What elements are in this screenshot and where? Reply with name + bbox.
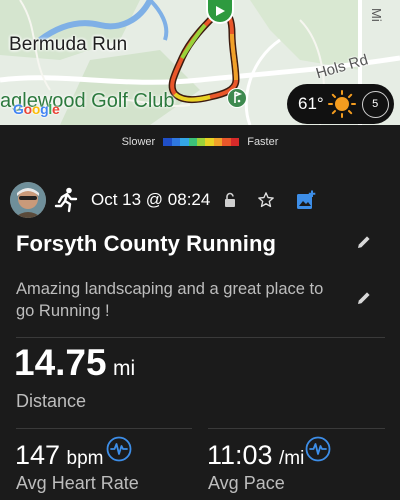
- pace-chart-icon[interactable]: [305, 436, 331, 462]
- activity-date: Oct 13 @ 08:24: [91, 190, 211, 209]
- wind-speed-value: 5: [372, 98, 379, 110]
- legend-swatch: [163, 138, 172, 146]
- heart-rate-chart-icon[interactable]: [106, 436, 132, 462]
- legend-swatch: [222, 138, 231, 146]
- distance-unit: mi: [113, 357, 136, 380]
- pace-legend: Slower Faster: [0, 128, 400, 156]
- legend-swatch: [230, 138, 240, 146]
- pace-value-group: 11:03 /mi: [207, 440, 304, 471]
- activity-header: Oct 13 @ 08:24: [10, 180, 316, 220]
- divider: [208, 428, 385, 429]
- weather-temperature: 61°: [298, 94, 324, 113]
- play-icon: [216, 6, 225, 16]
- legend-swatch: [213, 138, 223, 146]
- lock-icon[interactable]: [223, 192, 237, 208]
- map-town-label: Bermuda Run: [9, 34, 128, 55]
- pace-value: 11:03: [207, 440, 273, 470]
- edit-title-icon[interactable]: [356, 234, 372, 250]
- edit-description-icon[interactable]: [356, 290, 372, 306]
- legend-swatch: [196, 138, 206, 146]
- route-map[interactable]: Bermuda Run aglewood Golf Club Hols Rd M…: [0, 0, 400, 125]
- divider: [16, 337, 385, 338]
- add-photo-icon[interactable]: [296, 190, 316, 210]
- star-icon[interactable]: [257, 191, 275, 209]
- legend-swatch: [171, 138, 181, 146]
- distance-value: 14.75: [14, 342, 107, 383]
- avatar[interactable]: [10, 182, 46, 218]
- heart-rate-value: 147: [15, 440, 61, 470]
- avatar-image: [10, 182, 46, 218]
- activity-title: Forsyth County Running: [16, 231, 277, 256]
- pace-unit: /mi: [279, 448, 305, 469]
- legend-swatch: [188, 138, 197, 146]
- heart-rate-unit: bpm: [66, 448, 104, 469]
- legend-slower-label: Slower: [121, 136, 156, 148]
- google-logo: Google: [13, 101, 60, 117]
- sun-icon: [327, 90, 356, 118]
- heart-rate-label: Avg Heart Rate: [16, 473, 139, 493]
- wind-speed-dial: 5: [361, 90, 389, 118]
- activity-description: Amazing landscaping and a great place to…: [16, 280, 324, 320]
- legend-faster-label: Faster: [247, 136, 279, 148]
- running-icon: [54, 187, 78, 213]
- map-road-label-2: Mi: [369, 8, 384, 22]
- heart-rate-value-group: 147 bpm: [15, 440, 103, 471]
- legend-gradient: [163, 138, 240, 146]
- legend-swatch: [180, 138, 189, 146]
- legend-swatch: [205, 138, 214, 146]
- golf-flag-icon: [227, 88, 247, 108]
- pace-label: Avg Pace: [208, 473, 285, 493]
- weather-badge[interactable]: 61° 5: [287, 84, 394, 124]
- distance-value-group: 14.75 mi: [14, 342, 135, 384]
- divider: [16, 428, 192, 429]
- distance-label: Distance: [16, 391, 87, 411]
